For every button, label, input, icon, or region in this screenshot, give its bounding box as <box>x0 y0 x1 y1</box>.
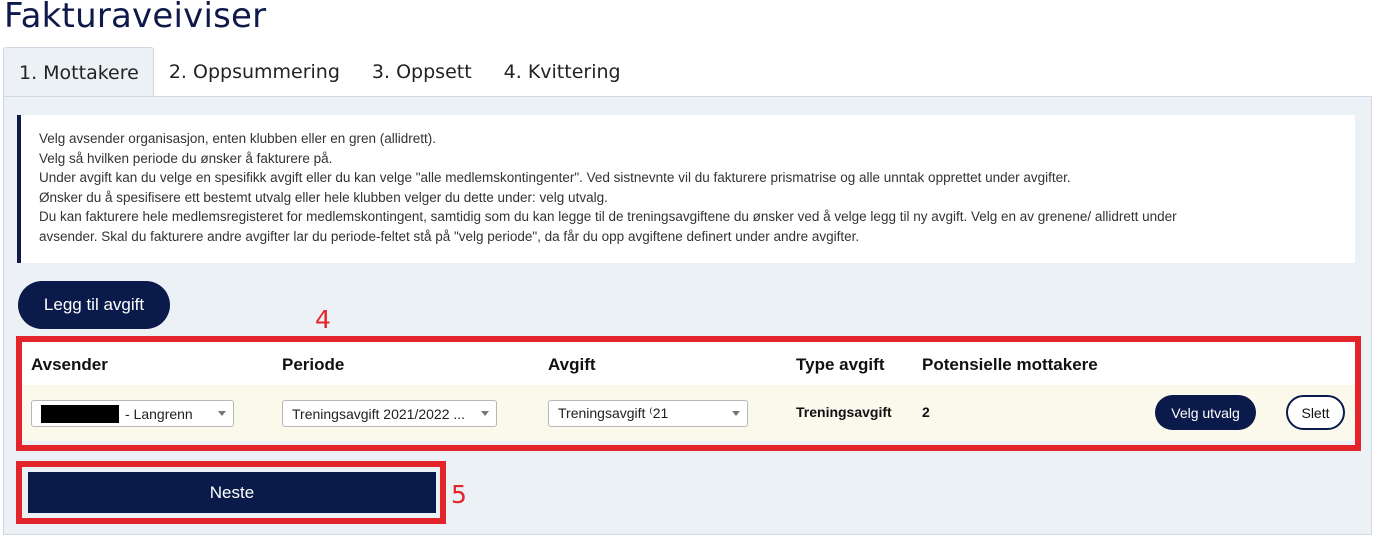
add-fee-button[interactable]: Legg til avgift <box>18 281 170 329</box>
instruction-line: Du kan fakturere hele medlemsregisteret … <box>39 209 1177 225</box>
table-row: - Langrenn Treningsavgift 2021/2022 ... … <box>22 385 1355 441</box>
tab-oppsett[interactable]: 3. Oppsett <box>357 47 489 97</box>
header-sender: Avsender <box>31 355 108 374</box>
instruction-line: Velg avsender organisasjon, enten klubbe… <box>39 131 436 146</box>
tab-oppsummering[interactable]: 2. Oppsummering <box>154 47 357 97</box>
header-fee-type: Type avgift <box>796 355 885 374</box>
chevron-down-icon <box>732 411 740 416</box>
chevron-down-icon <box>218 411 226 416</box>
period-select[interactable]: Treningsavgift 2021/2022 ... <box>282 400 497 427</box>
fee-select-value: Treningsavgift ⁽21 <box>558 405 669 421</box>
sender-select-value: - Langrenn <box>125 405 193 422</box>
header-period: Periode <box>282 355 345 374</box>
select-selection-button[interactable]: Velg utvalg <box>1155 395 1256 430</box>
chevron-down-icon <box>481 411 489 416</box>
annotation-marker-4: 4 <box>315 305 331 334</box>
instruction-line: Ønsker du å spesifisere ett bestemt utva… <box>39 189 608 205</box>
delete-row-button[interactable]: Slett <box>1286 395 1345 430</box>
instructions-box: Velg avsender organisasjon, enten klubbe… <box>17 115 1355 263</box>
redacted-block <box>41 404 119 423</box>
instruction-line: avsender. Skal du fakturere andre avgift… <box>39 228 860 244</box>
recipients-count: 2 <box>922 404 930 420</box>
tab-kvittering[interactable]: 4. Kvittering <box>489 47 638 97</box>
next-button-highlight: Neste <box>16 461 446 524</box>
wizard-tabs: 1. Mottakere 2. Oppsummering 3. Oppsett … <box>3 47 638 97</box>
header-recipients: Potensielle mottakere <box>922 355 1098 374</box>
fee-select[interactable]: Treningsavgift ⁽21 <box>548 400 748 427</box>
tab-mottakere[interactable]: 1. Mottakere <box>3 47 154 97</box>
sender-select[interactable]: - Langrenn <box>31 400 234 427</box>
fee-type-value: Treningsavgift <box>796 404 892 420</box>
annotation-marker-5: 5 <box>451 480 467 509</box>
instruction-line: Under avgift kan du velge en spesifikk a… <box>39 170 1071 186</box>
page-title: Fakturaveiviser <box>4 0 267 36</box>
table-header: Avsender Periode Avgift Type avgift Pote… <box>22 342 1355 385</box>
header-fee: Avgift <box>548 355 596 374</box>
fee-table-highlight: Avsender Periode Avgift Type avgift Pote… <box>16 336 1361 451</box>
instruction-line: Velg så hvilken periode du ønsker å fakt… <box>39 150 333 166</box>
next-button[interactable]: Neste <box>28 472 436 513</box>
period-select-value: Treningsavgift 2021/2022 ... <box>292 405 466 422</box>
